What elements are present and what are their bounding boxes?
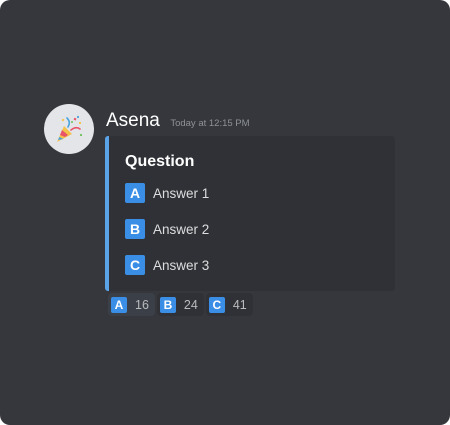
party-popper-icon (57, 115, 83, 142)
reaction-bar: A 16 B 24 C 41 (108, 293, 255, 316)
letter-c-icon: C (208, 296, 225, 313)
poll-option-c: C Answer 3 (125, 255, 209, 275)
reaction-count: 24 (183, 297, 198, 312)
timestamp: Today at 12:15 PM (170, 118, 250, 129)
letter-a-icon: A (125, 183, 145, 203)
message-header: Asena Today at 12:15 PM (106, 110, 250, 132)
poll-option-label: Answer 3 (153, 257, 210, 273)
username[interactable]: Asena (106, 110, 160, 131)
poll-option-a: A Answer 1 (125, 183, 209, 203)
avatar[interactable] (44, 104, 94, 154)
reaction-count: 41 (232, 297, 247, 312)
poll-option-label: Answer 1 (153, 185, 210, 201)
letter-c-icon: C (125, 255, 145, 275)
embed-title: Question (125, 153, 195, 170)
reaction-c-button[interactable]: C 41 (205, 293, 253, 316)
letter-a-icon: A (111, 296, 127, 313)
reaction-count: 16 (135, 297, 149, 312)
letter-b-icon: B (125, 219, 145, 239)
chat-window: Asena Today at 12:15 PM Question A Answe… (0, 0, 450, 425)
reaction-b-button[interactable]: B 24 (156, 293, 204, 316)
reaction-a-button[interactable]: A 16 (108, 293, 155, 316)
poll-option-label: Answer 2 (153, 221, 210, 237)
poll-option-b: B Answer 2 (125, 219, 209, 239)
letter-b-icon: B (159, 296, 176, 313)
poll-embed: Question A Answer 1 B Answer 2 C Answer … (105, 136, 395, 291)
